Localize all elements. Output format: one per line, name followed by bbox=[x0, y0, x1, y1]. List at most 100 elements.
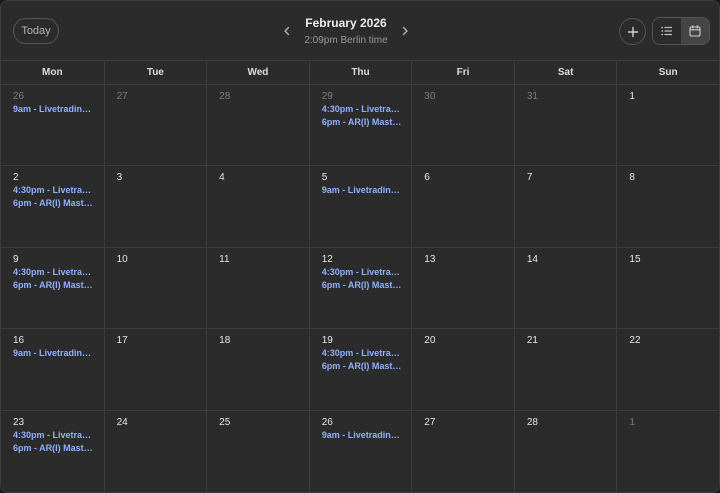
event-item[interactable]: 9am - Livetrading ... bbox=[322, 184, 412, 197]
day-number: 24 bbox=[116, 416, 128, 428]
day-number: 26 bbox=[321, 416, 333, 428]
month-view-button[interactable] bbox=[681, 18, 709, 44]
day-number: 17 bbox=[116, 335, 128, 347]
day-number: 14 bbox=[526, 253, 538, 265]
day-cell[interactable]: 10 bbox=[103, 247, 207, 330]
day-cell[interactable]: 5 9am - Livetrading ... bbox=[308, 166, 412, 248]
day-cell[interactable]: 12 4:30pm - Livetradi... 6pm - AR(I) Maste… bbox=[308, 247, 412, 330]
day-cell[interactable]: 31 bbox=[513, 85, 617, 167]
day-number: 27 bbox=[424, 416, 436, 428]
day-cell[interactable]: 6 bbox=[411, 166, 514, 248]
weekday-label: Wed bbox=[206, 61, 309, 84]
weekday-label: Mon bbox=[42, 67, 63, 78]
today-button[interactable]: Today bbox=[13, 18, 59, 44]
day-cell[interactable]: 3 bbox=[103, 166, 207, 248]
day-cell[interactable]: 28 bbox=[513, 410, 617, 492]
day-number: 19 bbox=[321, 335, 333, 347]
day-cell[interactable]: 28 bbox=[206, 85, 309, 167]
day-cell[interactable]: 17 bbox=[103, 329, 207, 411]
event-item[interactable]: 6pm - AR(I) Maste... bbox=[13, 279, 104, 292]
event-item[interactable]: 6pm - AR(I) Maste... bbox=[13, 197, 104, 210]
event-item[interactable]: 4:30pm - Livetradi... bbox=[322, 266, 412, 279]
event-item[interactable]: 4:30pm - Livetradi... bbox=[322, 103, 412, 116]
day-cell[interactable]: 11 bbox=[206, 247, 309, 330]
day-number: 1 bbox=[629, 416, 635, 428]
add-event-button[interactable] bbox=[619, 18, 646, 45]
day-number: 30 bbox=[424, 91, 436, 102]
day-cell[interactable]: 15 bbox=[616, 247, 719, 330]
day-number: 15 bbox=[629, 253, 641, 265]
calendar-window: Today February 2026 2:09pm Berlin time M… bbox=[0, 0, 720, 493]
day-number: 8 bbox=[629, 172, 635, 184]
day-number: 1 bbox=[629, 91, 635, 102]
day-cell[interactable]: 8 bbox=[616, 166, 719, 248]
day-cell[interactable]: 29 4:30pm - Livetradi... 6pm - AR(I) Maste… bbox=[308, 85, 412, 167]
day-cell[interactable]: 14 bbox=[513, 247, 617, 330]
day-cell[interactable]: 19 4:30pm - Livetradi... 6pm - AR(I) Maste… bbox=[308, 329, 412, 411]
day-cell[interactable]: 4 bbox=[206, 166, 309, 248]
list-view-button[interactable] bbox=[653, 18, 681, 44]
day-cell[interactable]: 13 bbox=[411, 247, 514, 330]
day-number: 25 bbox=[219, 416, 231, 428]
day-cell[interactable]: 18 bbox=[206, 329, 309, 411]
event-item[interactable]: 4:30pm - Livetradi... bbox=[13, 266, 104, 279]
day-cell[interactable]: 1 bbox=[616, 410, 719, 492]
weekday-label: Sat bbox=[513, 61, 617, 84]
calendar-icon bbox=[689, 25, 701, 37]
day-cell[interactable]: 21 bbox=[513, 329, 617, 411]
weekday-label: Thu bbox=[308, 61, 412, 84]
day-cell[interactable]: 2 4:30pm - Livetradi... 6pm - AR(I) Maste.… bbox=[1, 166, 104, 248]
chevron-right-icon bbox=[400, 26, 410, 36]
day-number: 6 bbox=[424, 172, 430, 184]
day-number: 26 bbox=[13, 91, 25, 102]
day-number: 20 bbox=[424, 335, 436, 347]
day-cell[interactable]: 7 bbox=[513, 166, 617, 248]
day-number: 11 bbox=[219, 253, 230, 265]
calendar-header: Today February 2026 2:09pm Berlin time bbox=[1, 1, 719, 60]
event-item[interactable]: 6pm - AR(I) Maste... bbox=[322, 360, 412, 373]
month-title-block: February 2026 2:09pm Berlin time bbox=[286, 15, 406, 48]
day-cell[interactable]: 30 bbox=[411, 85, 514, 167]
event-item[interactable]: 9am - Livetrading ... bbox=[13, 347, 104, 360]
next-month-button[interactable] bbox=[395, 21, 415, 41]
day-number: 9 bbox=[13, 253, 19, 265]
day-cell[interactable]: 27 bbox=[103, 85, 207, 167]
event-item[interactable]: 6pm - AR(I) Maste... bbox=[322, 279, 412, 292]
day-number: 10 bbox=[116, 253, 128, 265]
event-item[interactable]: 9am - Livetrading ... bbox=[13, 103, 104, 116]
day-cell[interactable]: 24 bbox=[103, 410, 207, 492]
day-cell[interactable]: 25 bbox=[206, 410, 309, 492]
event-item[interactable]: 4:30pm - Livetradi... bbox=[322, 347, 412, 360]
weekday-label: Sun bbox=[616, 61, 719, 84]
event-item[interactable]: 4:30pm - Livetradi... bbox=[13, 429, 104, 442]
plus-icon bbox=[627, 26, 639, 38]
event-item[interactable]: 9am - Livetrading ... bbox=[322, 429, 412, 442]
day-number: 5 bbox=[321, 172, 328, 184]
day-cell[interactable]: 22 bbox=[616, 329, 719, 411]
day-cell[interactable]: 20 bbox=[411, 329, 514, 411]
day-number: 18 bbox=[219, 335, 231, 347]
day-cell[interactable]: 26 9am - Livetrading ... bbox=[308, 410, 412, 492]
day-number: 13 bbox=[424, 253, 436, 265]
weekday-header-row: Mon Tue Wed Thu Fri Sat Sun bbox=[1, 60, 719, 85]
day-cell[interactable]: 16 9am - Livetrading ... bbox=[1, 329, 104, 411]
day-cell[interactable]: 1 bbox=[616, 85, 719, 167]
view-toggle bbox=[652, 17, 710, 45]
weekday-label: Fri bbox=[411, 61, 514, 84]
day-number: 22 bbox=[629, 335, 641, 347]
day-number: 27 bbox=[116, 91, 128, 102]
event-item[interactable]: 4:30pm - Livetradi... bbox=[13, 184, 104, 197]
day-cell[interactable]: 27 bbox=[411, 410, 514, 492]
event-item[interactable]: 6pm - AR(I) Maste... bbox=[13, 442, 104, 455]
day-number: 2 bbox=[13, 172, 19, 184]
day-number: 4 bbox=[219, 172, 225, 184]
list-icon bbox=[661, 26, 673, 36]
event-item[interactable]: 6pm - AR(I) Maste... bbox=[322, 116, 412, 129]
day-number: 3 bbox=[116, 172, 123, 184]
day-cell[interactable]: 23 4:30pm - Livetradi... 6pm - AR(I) Maste… bbox=[1, 411, 104, 492]
day-cell[interactable]: 26 9am - Livetrading ... bbox=[1, 85, 104, 167]
day-number: 31 bbox=[526, 91, 538, 102]
day-cell[interactable]: 9 4:30pm - Livetradi... 6pm - AR(I) Maste.… bbox=[1, 248, 104, 330]
day-number: 7 bbox=[526, 172, 533, 184]
day-number: 12 bbox=[321, 253, 333, 265]
